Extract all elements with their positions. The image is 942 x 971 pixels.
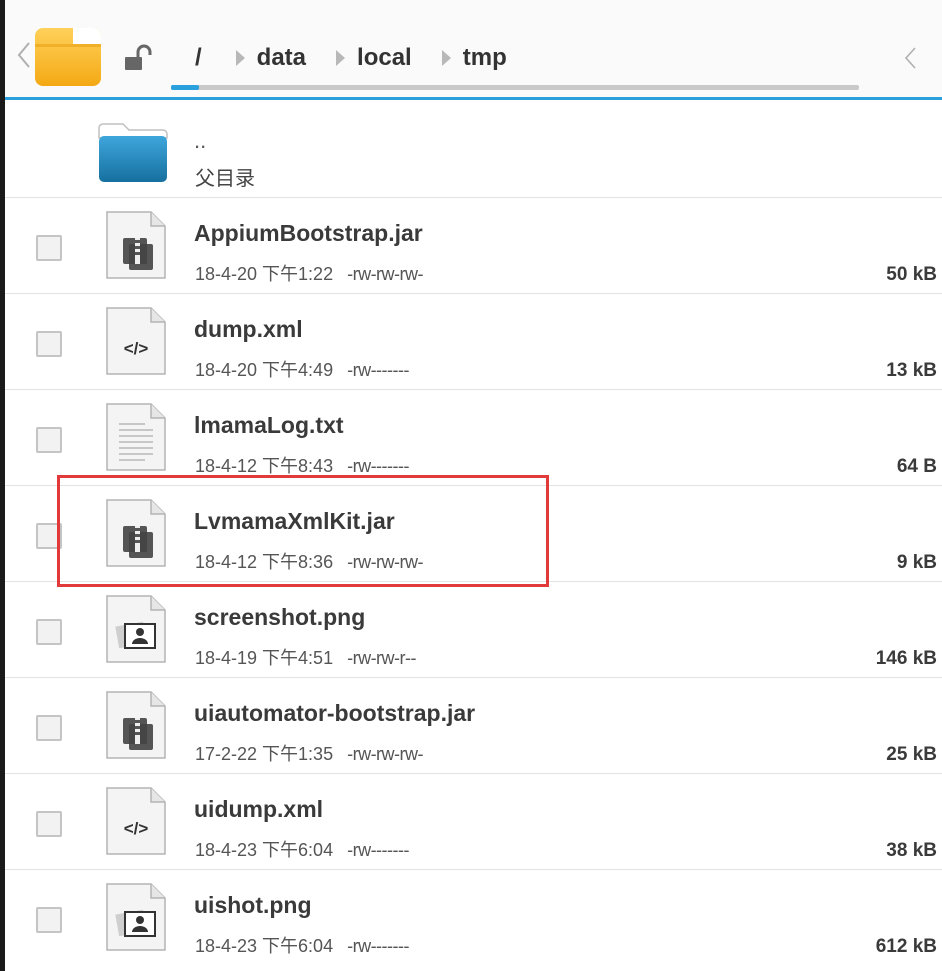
chevron-left-icon[interactable] <box>903 45 917 71</box>
file-size: 612 kB <box>875 936 937 957</box>
svg-text:</>: </> <box>124 339 149 358</box>
file-name: uishot.png <box>194 892 312 918</box>
file-permissions: -rw-rw-r-- <box>347 648 417 668</box>
code-file-icon: </> <box>105 306 167 376</box>
file-checkbox[interactable] <box>36 619 62 645</box>
file-checkbox[interactable] <box>36 427 62 453</box>
file-meta: 18-4-12 下午8:36 -rw-rw-rw- <box>195 548 424 574</box>
file-checkbox[interactable] <box>36 811 62 837</box>
file-name: uidump.xml <box>194 796 324 822</box>
parent-directory-dots: .. <box>194 128 207 153</box>
file-checkbox[interactable] <box>36 715 62 741</box>
file-permissions: -rw------- <box>347 360 410 380</box>
parent-directory-row[interactable]: .. 父目录 <box>5 100 942 198</box>
folder-icon <box>98 123 168 182</box>
breadcrumb-tmp[interactable]: tmp <box>463 44 507 72</box>
file-name: uiautomator-bootstrap.jar <box>194 700 476 726</box>
file-size: 13 kB <box>886 360 937 381</box>
image-file-icon <box>105 594 167 664</box>
file-date: 18-4-23 下午6:04 <box>195 840 334 860</box>
path-header: / data local tmp <box>5 0 942 100</box>
file-name: dump.xml <box>194 316 303 342</box>
file-meta: 17-2-22 下午1:35 -rw-rw-rw- <box>195 740 424 766</box>
file-checkbox[interactable] <box>36 907 62 933</box>
breadcrumb-scrollbar[interactable] <box>171 85 859 90</box>
breadcrumb: / data local tmp <box>195 40 507 76</box>
parent-directory-label: 父目录 <box>195 168 255 190</box>
file-row[interactable]: LvmamaXmlKit.jar 18-4-12 下午8:36 -rw-rw-rw-… <box>5 486 942 582</box>
file-date: 18-4-20 下午4:49 <box>195 360 334 380</box>
file-date: 18-4-12 下午8:43 <box>195 456 334 476</box>
file-permissions: -rw-rw-rw- <box>347 552 424 572</box>
file-size: 25 kB <box>886 744 937 765</box>
file-list: .. 父目录 AppiumBootstrap.jar 18-4-20 下午1:22… <box>5 100 942 966</box>
file-date: 18-4-23 下午6:04 <box>195 936 334 956</box>
file-size: 9 kB <box>896 552 937 573</box>
text-file-icon <box>105 402 167 472</box>
file-meta: 18-4-20 下午4:49 -rw------- <box>195 356 410 382</box>
file-meta: 18-4-20 下午1:22 -rw-rw-rw- <box>195 260 424 286</box>
archive-file-icon <box>105 498 167 568</box>
folder-app-icon[interactable] <box>33 24 103 88</box>
file-permissions: -rw------- <box>347 456 410 476</box>
file-name: AppiumBootstrap.jar <box>194 220 423 246</box>
file-date: 18-4-19 下午4:51 <box>195 648 334 668</box>
file-name: lmamaLog.txt <box>194 412 344 438</box>
file-meta: 18-4-23 下午6:04 -rw------- <box>195 932 410 958</box>
file-date: 18-4-12 下午8:36 <box>195 552 334 572</box>
file-row[interactable]: screenshot.png 18-4-19 下午4:51 -rw-rw-r-- 14… <box>5 582 942 678</box>
breadcrumb-separator-icon <box>441 50 451 66</box>
file-row[interactable]: </> uidump.xml 18-4-23 下午6:04 -rw------- 38 … <box>5 774 942 870</box>
file-row[interactable]: AppiumBootstrap.jar 18-4-20 下午1:22 -rw-rw-… <box>5 198 942 294</box>
unlocked-padlock-icon[interactable] <box>123 44 153 72</box>
image-file-icon <box>105 882 167 952</box>
file-size: 50 kB <box>886 264 937 285</box>
file-checkbox[interactable] <box>36 235 62 261</box>
file-permissions: -rw-rw-rw- <box>347 744 424 764</box>
breadcrumb-local[interactable]: local <box>357 44 412 72</box>
file-name: screenshot.png <box>194 604 366 630</box>
file-permissions: -rw------- <box>347 840 410 860</box>
file-size: 64 B <box>896 456 937 477</box>
breadcrumb-root[interactable]: / <box>195 44 202 72</box>
file-meta: 18-4-23 下午6:04 -rw------- <box>195 836 410 862</box>
svg-text:</>: </> <box>124 819 149 838</box>
archive-file-icon <box>105 210 167 280</box>
file-meta: 18-4-19 下午4:51 -rw-rw-r-- <box>195 644 417 670</box>
file-size: 146 kB <box>875 648 937 669</box>
file-row[interactable]: </> dump.xml 18-4-20 下午4:49 -rw------- 13 kB <box>5 294 942 390</box>
breadcrumb-separator-icon <box>235 50 245 66</box>
file-row[interactable]: lmamaLog.txt 18-4-12 下午8:43 -rw------- 64 B <box>5 390 942 486</box>
file-permissions: -rw-rw-rw- <box>347 264 424 284</box>
file-permissions: -rw------- <box>347 936 410 956</box>
code-file-icon: </> <box>105 786 167 856</box>
file-size: 38 kB <box>886 840 937 861</box>
chevron-left-icon[interactable] <box>15 40 33 70</box>
archive-file-icon <box>105 690 167 760</box>
file-meta: 18-4-12 下午8:43 -rw------- <box>195 452 410 478</box>
file-row[interactable]: uishot.png 18-4-23 下午6:04 -rw------- 612 kB <box>5 870 942 966</box>
breadcrumb-data[interactable]: data <box>257 44 306 72</box>
file-checkbox[interactable] <box>36 331 62 357</box>
file-date: 18-4-20 下午1:22 <box>195 264 334 284</box>
file-row[interactable]: uiautomator-bootstrap.jar 17-2-22 下午1:35-… <box>5 678 942 774</box>
breadcrumb-separator-icon <box>336 50 346 66</box>
scrollbar-thumb[interactable] <box>171 85 199 90</box>
file-date: 17-2-22 下午1:35 <box>195 744 334 764</box>
file-checkbox[interactable] <box>36 523 62 549</box>
file-name: LvmamaXmlKit.jar <box>194 508 395 534</box>
